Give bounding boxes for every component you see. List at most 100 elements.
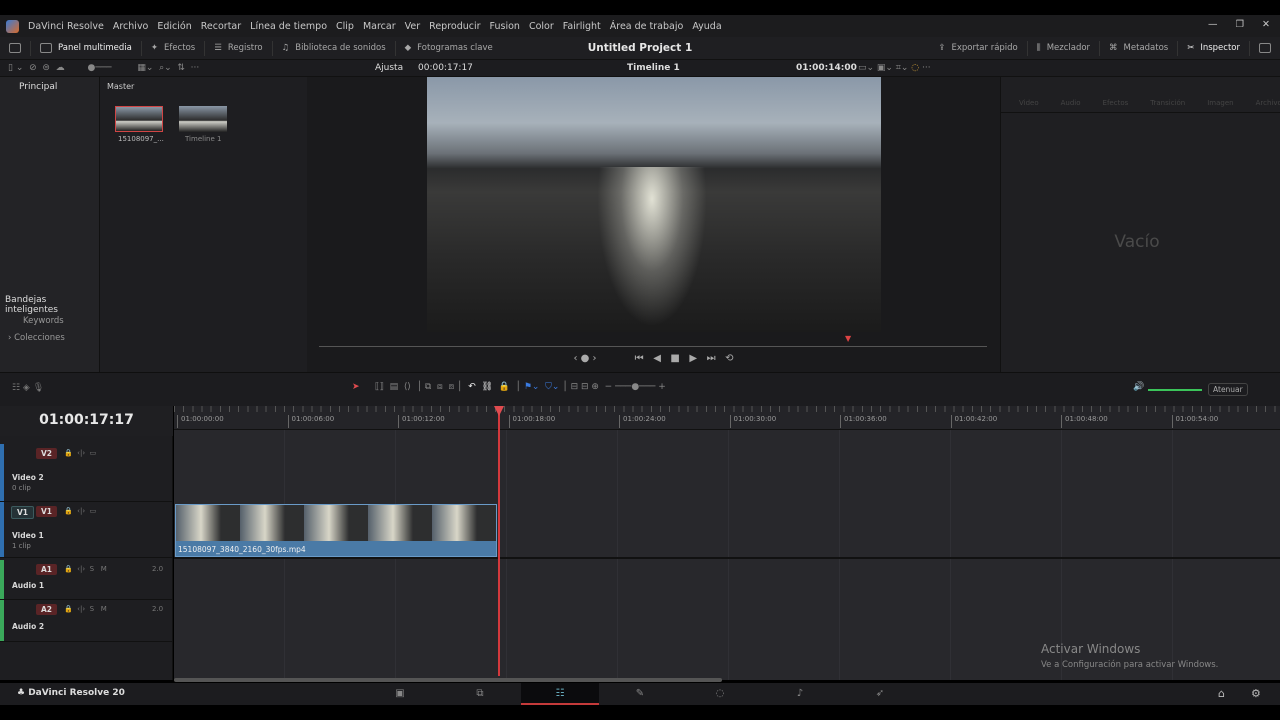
menu-ayuda[interactable]: Ayuda <box>692 21 721 32</box>
layout-icon[interactable]: ▯ ⌄ ⊘ ⊜ ☁ ●─── ▦⌄ ⌕⌄ ⇅ ··· <box>8 63 199 73</box>
ruler-tick: 01:00:12:00 <box>398 415 445 428</box>
restore-icon[interactable]: ❐ <box>1236 19 1245 30</box>
attenuate-button[interactable]: Atenuar <box>1208 383 1248 396</box>
page-deliver-icon[interactable]: ➶ <box>841 683 919 705</box>
menu-fairlight[interactable]: Fairlight <box>563 21 601 32</box>
ruler-tick: 01:00:42:00 <box>950 415 997 428</box>
metadata-button[interactable]: ⌘ Metadatos <box>1100 40 1179 56</box>
label: Mezclador <box>1046 43 1091 53</box>
mute-button[interactable]: M <box>101 605 107 613</box>
quick-export-button[interactable]: ⇪ Exportar rápido <box>929 40 1028 56</box>
activation-watermark-title: Activar Windows <box>1041 642 1141 656</box>
bin-colecciones[interactable]: › Colecciones <box>8 333 65 343</box>
ruler-tick: 01:00:06:00 <box>287 415 334 428</box>
tab-efectos[interactable]: Efectos <box>1103 99 1129 107</box>
menu-area-trabajo[interactable]: Área de trabajo <box>610 21 684 32</box>
mute-button[interactable]: M <box>101 565 107 573</box>
track-target-v1[interactable]: V1 <box>36 506 58 517</box>
tab-video[interactable]: Video <box>1019 99 1039 107</box>
tab-imagen[interactable]: Imagen <box>1207 99 1233 107</box>
clip-filmstrip <box>176 505 496 541</box>
menu-bar: DaVinci Resolve Archivo Edición Recortar… <box>0 15 1280 37</box>
tab-transicion[interactable]: Transición <box>1150 99 1185 107</box>
page-fusion-icon[interactable]: ✎ <box>601 683 679 705</box>
tab-archivo[interactable]: Archivo <box>1256 99 1280 107</box>
page-color-icon[interactable]: ◌ <box>681 683 759 705</box>
page-fairlight-icon[interactable]: ♪ <box>761 683 839 705</box>
viewer-options-icon[interactable]: ▭⌄ ▣⌄ ⌗⌄ ◌ ··· <box>858 63 931 73</box>
track-target-v2[interactable]: V2 <box>36 448 58 459</box>
main-toolbar: Panel multimedia ✦ Efectos ☰ Registro ♫ Bib… <box>0 37 1280 60</box>
channel-format: 2.0 <box>152 605 164 613</box>
inspector-empty: Vacío <box>1114 232 1160 252</box>
clip-thumbnail[interactable] <box>115 106 163 132</box>
volume-slider[interactable] <box>1148 389 1202 391</box>
menu-marcar[interactable]: Marcar <box>363 21 396 32</box>
settings-gear-icon[interactable]: ⚙ <box>1251 687 1261 700</box>
scrubber[interactable] <box>319 346 987 347</box>
media-pool-button[interactable]: Panel multimedia <box>31 40 142 56</box>
effects-button[interactable]: ✦ Efectos <box>142 40 206 56</box>
page-edit-icon[interactable]: ☷ <box>521 683 599 705</box>
minimize-icon[interactable]: — <box>1208 19 1218 30</box>
track-name: Video 1 <box>12 531 44 540</box>
menu-archivo[interactable]: Archivo <box>113 21 149 32</box>
menu-app[interactable]: DaVinci Resolve <box>28 21 104 32</box>
home-icon[interactable]: ⌂ <box>1218 687 1225 700</box>
activation-watermark-sub: Ve a Configuración para activar Windows. <box>1041 660 1219 670</box>
zoom-fit-select[interactable]: Ajusta <box>375 63 403 73</box>
select-tool-icon[interactable]: ➤ <box>352 382 360 392</box>
track-controls-icons[interactable]: 🔒 ‹|› S M <box>64 565 107 573</box>
timeline-clip[interactable]: 15108097_3840_2160_30fps.mp4 <box>175 504 497 557</box>
sound-library-button[interactable]: ♫ Biblioteca de sonidos <box>273 40 396 56</box>
track-target-a1[interactable]: A1 <box>36 564 58 575</box>
playhead[interactable] <box>498 406 500 676</box>
index-button[interactable]: ☰ Registro <box>205 40 273 56</box>
expand-button[interactable] <box>1250 41 1280 56</box>
menu-ver[interactable]: Ver <box>405 21 421 32</box>
timeline-ruler[interactable]: 01:00:00:00 01:00:06:00 01:00:12:00 01:00:1… <box>174 406 1280 430</box>
bin-keywords[interactable]: Keywords <box>23 316 64 326</box>
page-cut-icon[interactable]: ⧉ <box>441 683 519 705</box>
menu-color[interactable]: Color <box>529 21 554 32</box>
menu-linea-tiempo[interactable]: Línea de tiempo <box>250 21 327 32</box>
inspector-button[interactable]: ✂ Inspector <box>1178 40 1250 56</box>
page-media-icon[interactable]: ▣ <box>361 683 439 705</box>
timeline-thumbnail[interactable] <box>179 106 227 132</box>
timeline-toolbar: ☷ ◈ 🎙 ➤ ⟦⟧ ▤ ⟨⟩ │ ⧉ ⧈ ⧇ │ ↶ ⛓ 🔒 │ ⚑⌄ ⛉⌄ … <box>0 372 1280 406</box>
menu-reproducir[interactable]: Reproducir <box>429 21 480 32</box>
keyframes-button[interactable]: ◆ Fotogramas clave <box>396 41 502 56</box>
horizontal-scrollbar[interactable] <box>174 678 722 682</box>
timeline-selector[interactable]: Timeline 1 <box>627 63 680 73</box>
tab-audio[interactable]: Audio <box>1061 99 1081 107</box>
solo-button[interactable]: S <box>90 605 94 613</box>
menu-clip[interactable]: Clip <box>336 21 354 32</box>
volume-icon[interactable]: 🔊 <box>1133 382 1144 392</box>
scrubber-playhead-icon[interactable]: ▼ <box>845 334 851 343</box>
timeline-timecode: 01:00:14:00 <box>796 63 857 73</box>
toggle-panel-button[interactable] <box>0 40 31 56</box>
close-icon[interactable]: ✕ <box>1262 19 1270 30</box>
bin-master: Master <box>107 82 135 91</box>
playhead-handle-icon[interactable] <box>494 406 504 416</box>
ruler-tick: 01:00:30:00 <box>729 415 776 428</box>
menu-edicion[interactable]: Edición <box>157 21 191 32</box>
mixer-button[interactable]: ⫼ Mezclador <box>1028 40 1101 56</box>
menu-fusion[interactable]: Fusion <box>490 21 520 32</box>
solo-button[interactable]: S <box>90 565 94 573</box>
label: Colecciones <box>14 333 65 343</box>
track-controls-icons[interactable]: 🔒 ‹|› ▭ <box>64 449 96 457</box>
track-controls-icons[interactable]: 🔒 ‹|› ▭ <box>64 507 96 515</box>
edit-tools[interactable]: ⟦⟧ ▤ ⟨⟩ │ ⧉ ⧈ ⧇ │ ↶ ⛓ 🔒 │ ⚑⌄ ⛉⌄ │ ⊟ ⊟ ⊕ … <box>375 382 666 392</box>
track-target-a2[interactable]: A2 <box>36 604 58 615</box>
source-patch-v1[interactable]: V1 <box>11 506 35 519</box>
label: Registro <box>227 43 263 53</box>
track-controls-icons[interactable]: 🔒 ‹|› S M <box>64 605 107 613</box>
timeline-timecode: 01:00:17:17 <box>0 406 173 436</box>
list-icon: ☰ <box>214 43 222 53</box>
menu-recortar[interactable]: Recortar <box>201 21 241 32</box>
transport-controls[interactable]: ‹ ● › ⏮ ◀ ■ ▶ ⏭ ⟲ <box>307 353 1000 364</box>
timeline-view-icons[interactable]: ☷ ◈ 🎙 <box>12 383 44 393</box>
bin-principal[interactable]: Principal <box>19 82 57 92</box>
chevron-down-icon <box>1259 43 1271 53</box>
